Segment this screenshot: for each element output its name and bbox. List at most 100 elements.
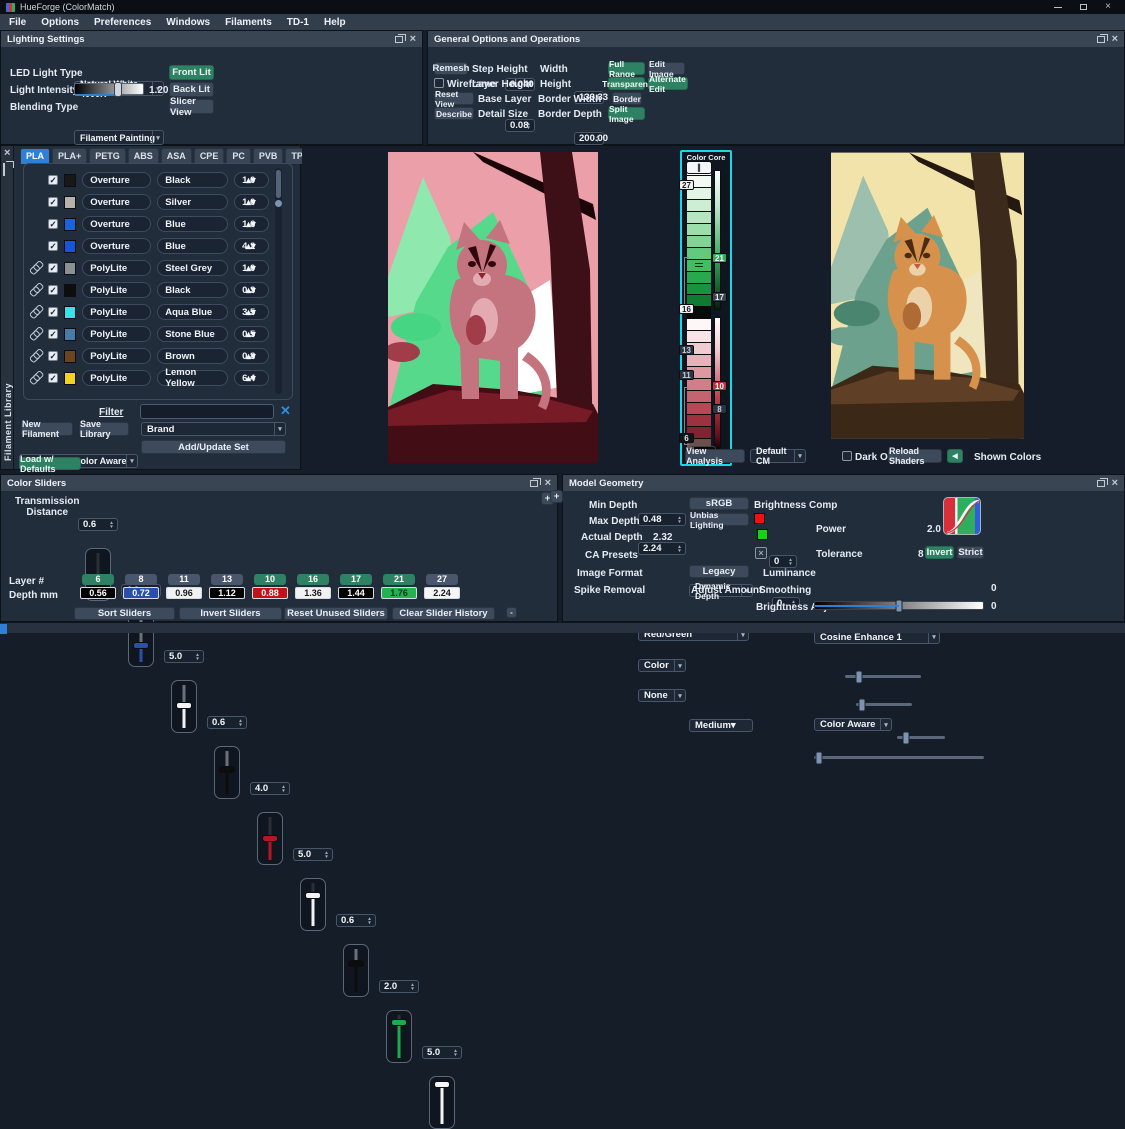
menu-help[interactable]: Help — [324, 17, 346, 28]
transmission-spinner[interactable]: 4.0▴▾ — [250, 782, 290, 795]
tolerance-slider[interactable] — [856, 703, 912, 706]
slider-handle[interactable] — [305, 892, 321, 899]
filament-checkbox[interactable]: ✓ — [48, 329, 58, 339]
filament-td-spinner[interactable]: 1.6▴▾ — [234, 216, 269, 232]
blending-type-combo[interactable]: Filament Painting ▾ — [74, 130, 164, 145]
power-handle[interactable] — [855, 670, 862, 683]
link-icon[interactable] — [26, 324, 45, 343]
split-image-button[interactable]: Split Image — [608, 107, 645, 120]
color-aware-slider[interactable] — [897, 736, 945, 739]
layer-tag[interactable]: 13 — [679, 345, 694, 355]
tab-asa[interactable]: ASA — [161, 148, 192, 164]
filament-brand[interactable]: Overture — [82, 238, 151, 254]
filament-name[interactable]: Steel Grey — [157, 260, 228, 276]
layer-tag[interactable]: 17 — [712, 292, 727, 302]
remove-slider-button[interactable]: - — [506, 607, 517, 618]
filament-td-spinner[interactable]: 0.8▴▾ — [234, 348, 269, 364]
core-swatch[interactable] — [687, 331, 711, 343]
float-icon[interactable] — [1097, 36, 1105, 43]
reset-unused-sliders-button[interactable]: Reset Unused Sliders — [284, 607, 388, 620]
core-swatch[interactable] — [687, 391, 711, 403]
scrollbar-thumb[interactable] — [276, 170, 281, 198]
depth-value[interactable]: 0.88 — [252, 587, 288, 599]
tab-cpe[interactable]: CPE — [194, 148, 225, 164]
reset-view-button[interactable]: Reset View — [434, 92, 474, 105]
spinner-down-icon[interactable]: ▾ — [251, 351, 256, 362]
spinner-down-icon[interactable]: ▾ — [110, 525, 113, 529]
model-geometry-header[interactable]: Model Geometry × — [563, 475, 1124, 491]
filament-brand[interactable]: Overture — [82, 172, 151, 188]
core-swatch[interactable] — [687, 260, 711, 272]
depth-value[interactable]: 0.96 — [166, 587, 202, 599]
transmission-spinner[interactable]: 2.0▴▾ — [379, 980, 419, 993]
link-icon[interactable] — [26, 280, 45, 299]
filament-brand[interactable]: PolyLite — [82, 326, 151, 342]
filament-checkbox[interactable]: ✓ — [48, 263, 58, 273]
filament-td-spinner[interactable]: 0.3▴▾ — [234, 282, 269, 298]
spinner-down-icon[interactable]: ▾ — [251, 373, 256, 384]
brightness-adjust-slider[interactable] — [814, 601, 984, 610]
filament-row[interactable]: ✓ Overture Blue 1.6▴▾ — [29, 216, 269, 232]
filament-td-spinner[interactable]: 1.0▴▾ — [234, 172, 269, 188]
depth-value[interactable]: 1.44 — [338, 587, 374, 599]
filament-name[interactable]: Black — [157, 172, 228, 188]
filament-brand[interactable]: PolyLite — [82, 304, 151, 320]
spinner-down-icon[interactable]: ▾ — [678, 549, 681, 553]
spinner-down-icon[interactable]: ▾ — [251, 197, 256, 208]
slicer-view-button[interactable]: Slicer View — [169, 99, 214, 114]
general-options-header[interactable]: General Options and Operations × — [428, 31, 1124, 47]
default-cm-combo[interactable]: Default CM ▾ — [750, 449, 806, 463]
strict-button[interactable]: Strict — [957, 546, 984, 559]
power-slider[interactable] — [845, 675, 921, 678]
sort-sliders-button[interactable]: Sort Sliders — [74, 607, 175, 620]
transmission-spinner[interactable]: 0.6▴▾ — [78, 518, 118, 531]
filament-name[interactable]: Blue — [157, 238, 228, 254]
height-spinner[interactable]: 200.00▴▾ — [574, 132, 604, 145]
slider-handle[interactable] — [391, 1019, 407, 1026]
save-library-button[interactable]: Save Library — [79, 422, 129, 436]
filament-checkbox[interactable]: ✓ — [48, 373, 58, 383]
slider-handle[interactable] — [133, 642, 149, 649]
core-top-handle[interactable]: ∥ — [686, 161, 712, 174]
spinner-down-icon[interactable]: ▾ — [411, 987, 414, 991]
spinner-down-icon[interactable]: ▾ — [251, 329, 256, 340]
close-panel-icon[interactable]: × — [545, 479, 551, 488]
depth-value[interactable]: 1.12 — [209, 587, 245, 599]
transmission-spinner[interactable]: 0.6▴▾ — [336, 914, 376, 927]
filament-row[interactable]: ✓ PolyLite Black 0.3▴▾ — [29, 282, 269, 298]
load-defaults-button[interactable]: Load w/ Defaults — [19, 457, 81, 470]
filament-checkbox[interactable]: ✓ — [48, 307, 58, 317]
core-swatch[interactable] — [687, 212, 711, 224]
add-update-set-button[interactable]: Add/Update Set — [141, 440, 286, 454]
layer-tag[interactable]: 11 — [679, 370, 694, 380]
spinner-down-icon[interactable]: ▾ — [678, 520, 681, 524]
spinner-down-icon[interactable]: ▾ — [251, 175, 256, 186]
filament-checkbox[interactable]: ✓ — [48, 351, 58, 361]
describe-button[interactable]: Describe — [434, 107, 474, 120]
spinner-down-icon[interactable]: ▾ — [596, 139, 599, 143]
image-format-combo[interactable]: Color▾ — [638, 659, 686, 672]
clear-slider-history-button[interactable]: Clear Slider History — [392, 607, 495, 620]
menu-filaments[interactable]: Filaments — [225, 17, 272, 28]
core-swatch[interactable] — [687, 236, 711, 248]
filament-brand[interactable]: PolyLite — [82, 260, 151, 276]
filament-name[interactable]: Stone Blue — [157, 326, 228, 342]
minimize-icon[interactable] — [1054, 7, 1062, 8]
layer-height-spinner[interactable]: 0.08▴▾ — [505, 119, 535, 132]
filament-td-spinner[interactable]: 1.0▴▾ — [234, 260, 269, 276]
layer-tag[interactable]: 8 — [712, 404, 727, 414]
depth-value[interactable]: 1.36 — [295, 587, 331, 599]
spinner-down-icon[interactable]: ▾ — [789, 562, 792, 566]
link-icon[interactable] — [26, 302, 45, 321]
full-range-button[interactable]: Full Range — [608, 62, 645, 75]
invert-sliders-button[interactable]: Invert Sliders — [179, 607, 282, 620]
close-panel-icon[interactable]: × — [410, 35, 416, 44]
filament-row[interactable]: ✓ Overture Black 1.0▴▾ — [29, 172, 269, 188]
spinner-down-icon[interactable]: ▾ — [196, 657, 199, 661]
tolerance-handle[interactable] — [858, 698, 865, 711]
tab-petg[interactable]: PETG — [89, 148, 126, 164]
color-slider[interactable] — [214, 746, 240, 799]
front-lit-button[interactable]: Front Lit — [169, 65, 214, 80]
color-aware-handle[interactable] — [902, 731, 909, 744]
filament-row[interactable]: ✓ PolyLite Steel Grey 1.0▴▾ — [29, 260, 269, 276]
